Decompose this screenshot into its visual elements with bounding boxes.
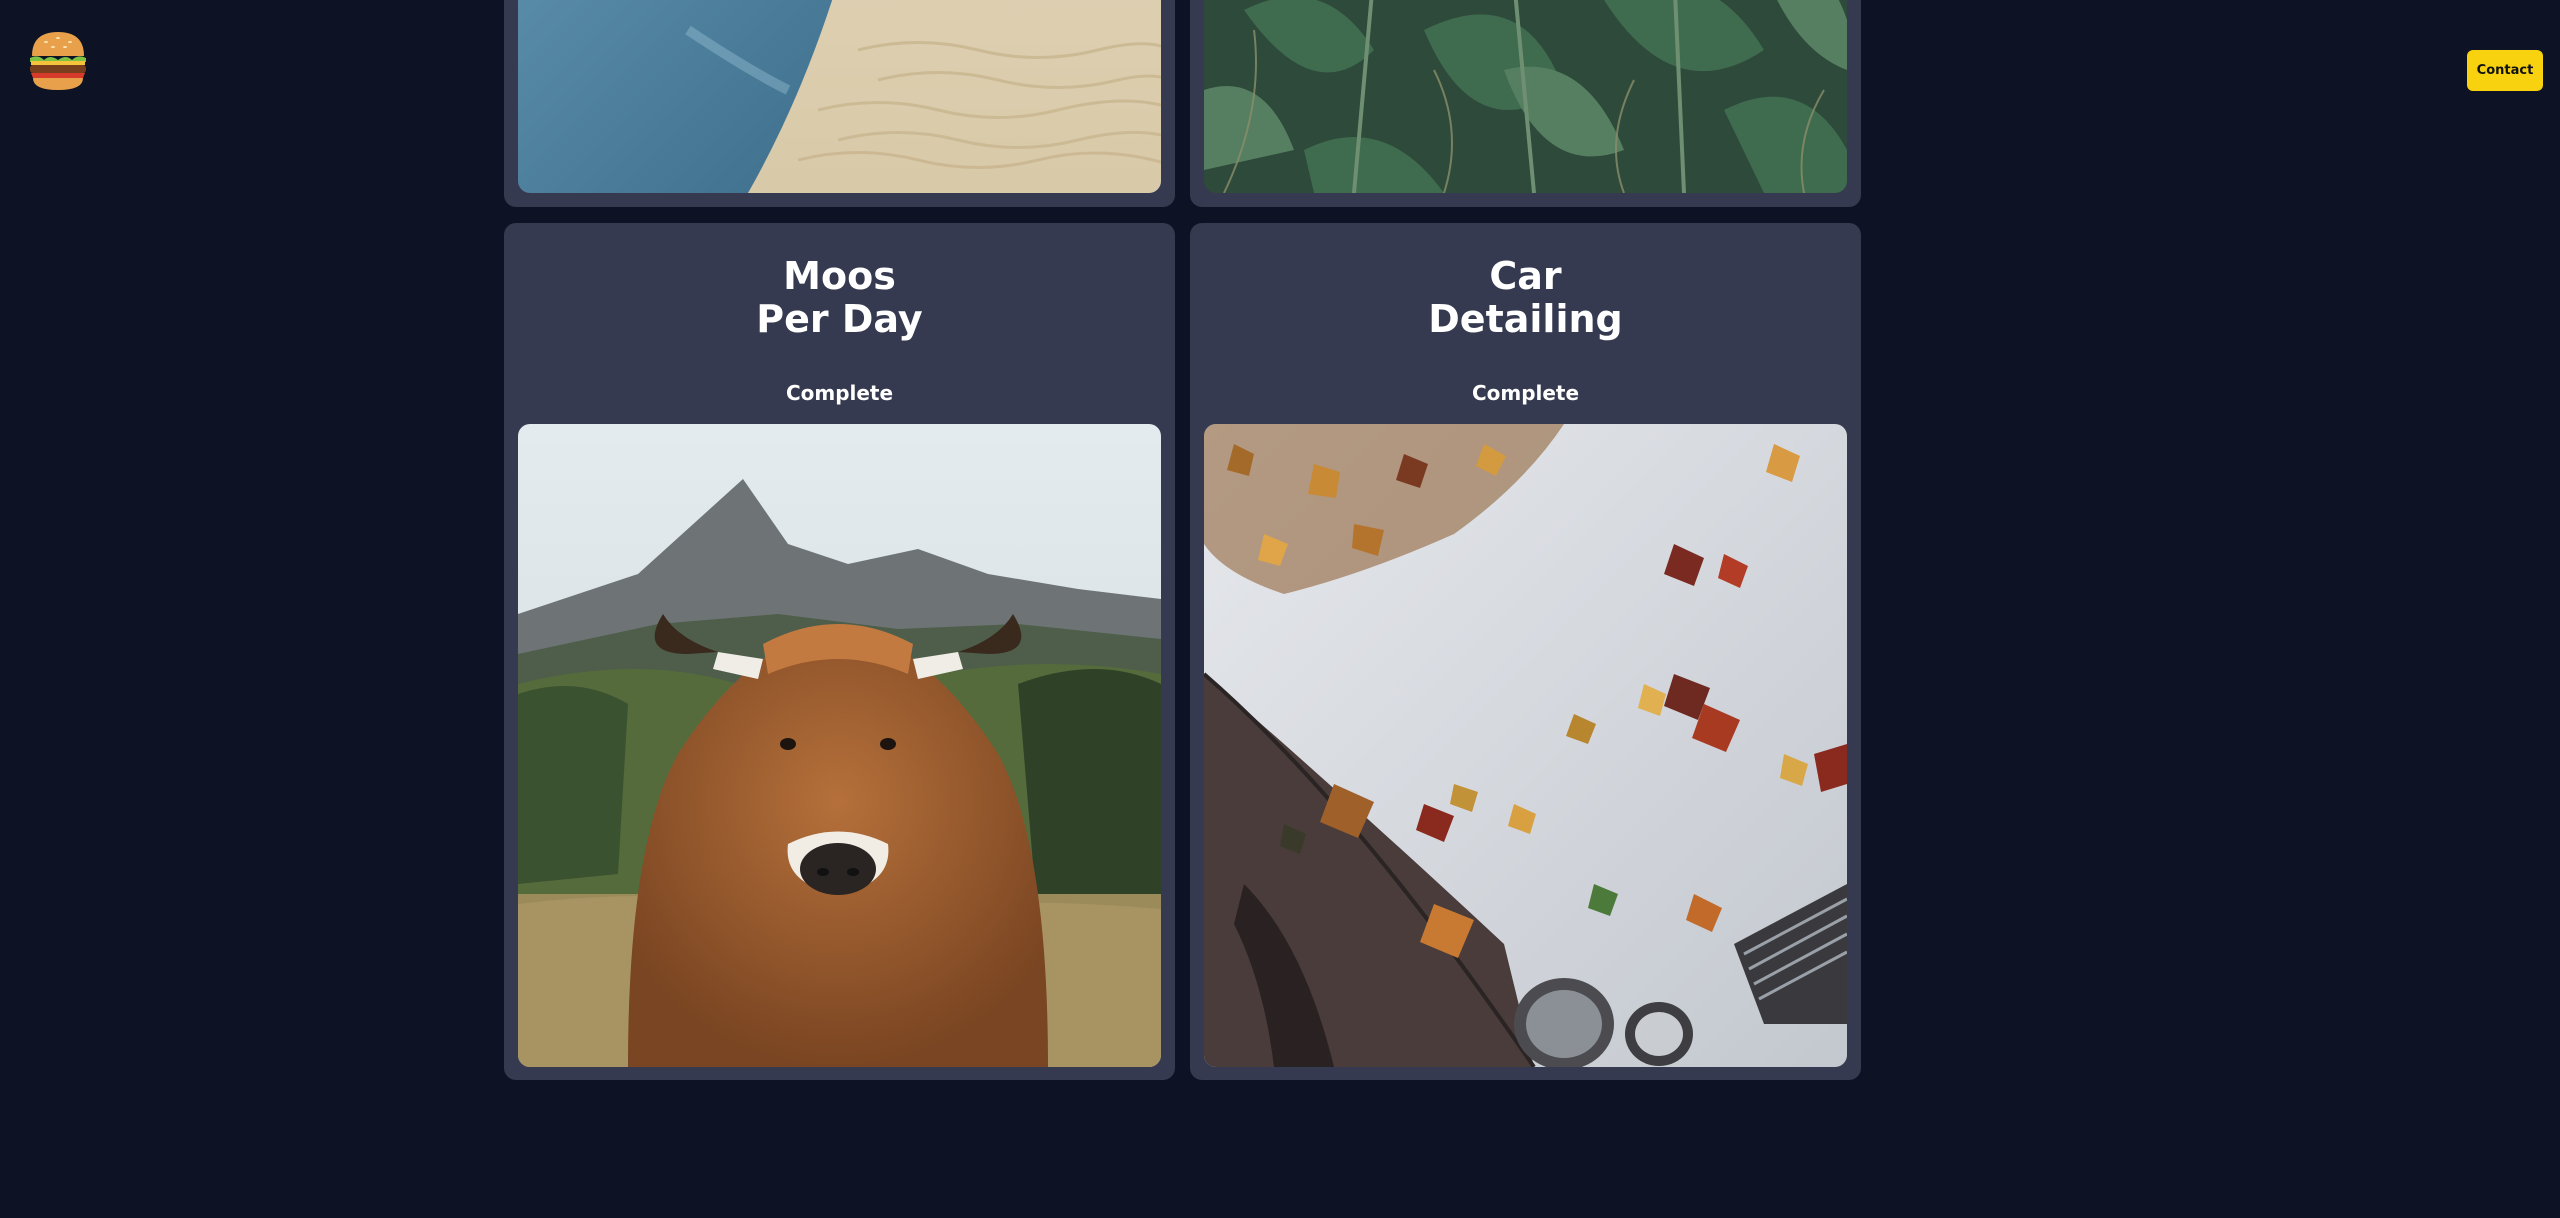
sand-dunes-water-image <box>518 0 1161 193</box>
status-label: Complete <box>1471 381 1580 405</box>
hamburger-logo-icon[interactable] <box>28 30 88 92</box>
highland-cow-image <box>518 424 1161 1067</box>
project-card-2[interactable] <box>1190 0 1861 207</box>
project-card-1[interactable] <box>504 0 1175 207</box>
project-card-car-detailing[interactable]: Car Detailing Complete <box>1190 223 1861 1080</box>
card-title: Car Detailing <box>1428 254 1623 341</box>
sunflower-leaves-image <box>1204 0 1847 193</box>
contact-button[interactable]: Contact <box>2467 50 2543 91</box>
project-card-moos-per-day[interactable]: Moos Per Day Complete <box>504 223 1175 1080</box>
status-label: Complete <box>785 381 894 405</box>
autumn-leaves-car-image <box>1204 424 1847 1067</box>
card-title: Moos Per Day <box>756 254 923 341</box>
page: Contact Moos Per Day Complete Car Detail… <box>0 0 2560 1218</box>
